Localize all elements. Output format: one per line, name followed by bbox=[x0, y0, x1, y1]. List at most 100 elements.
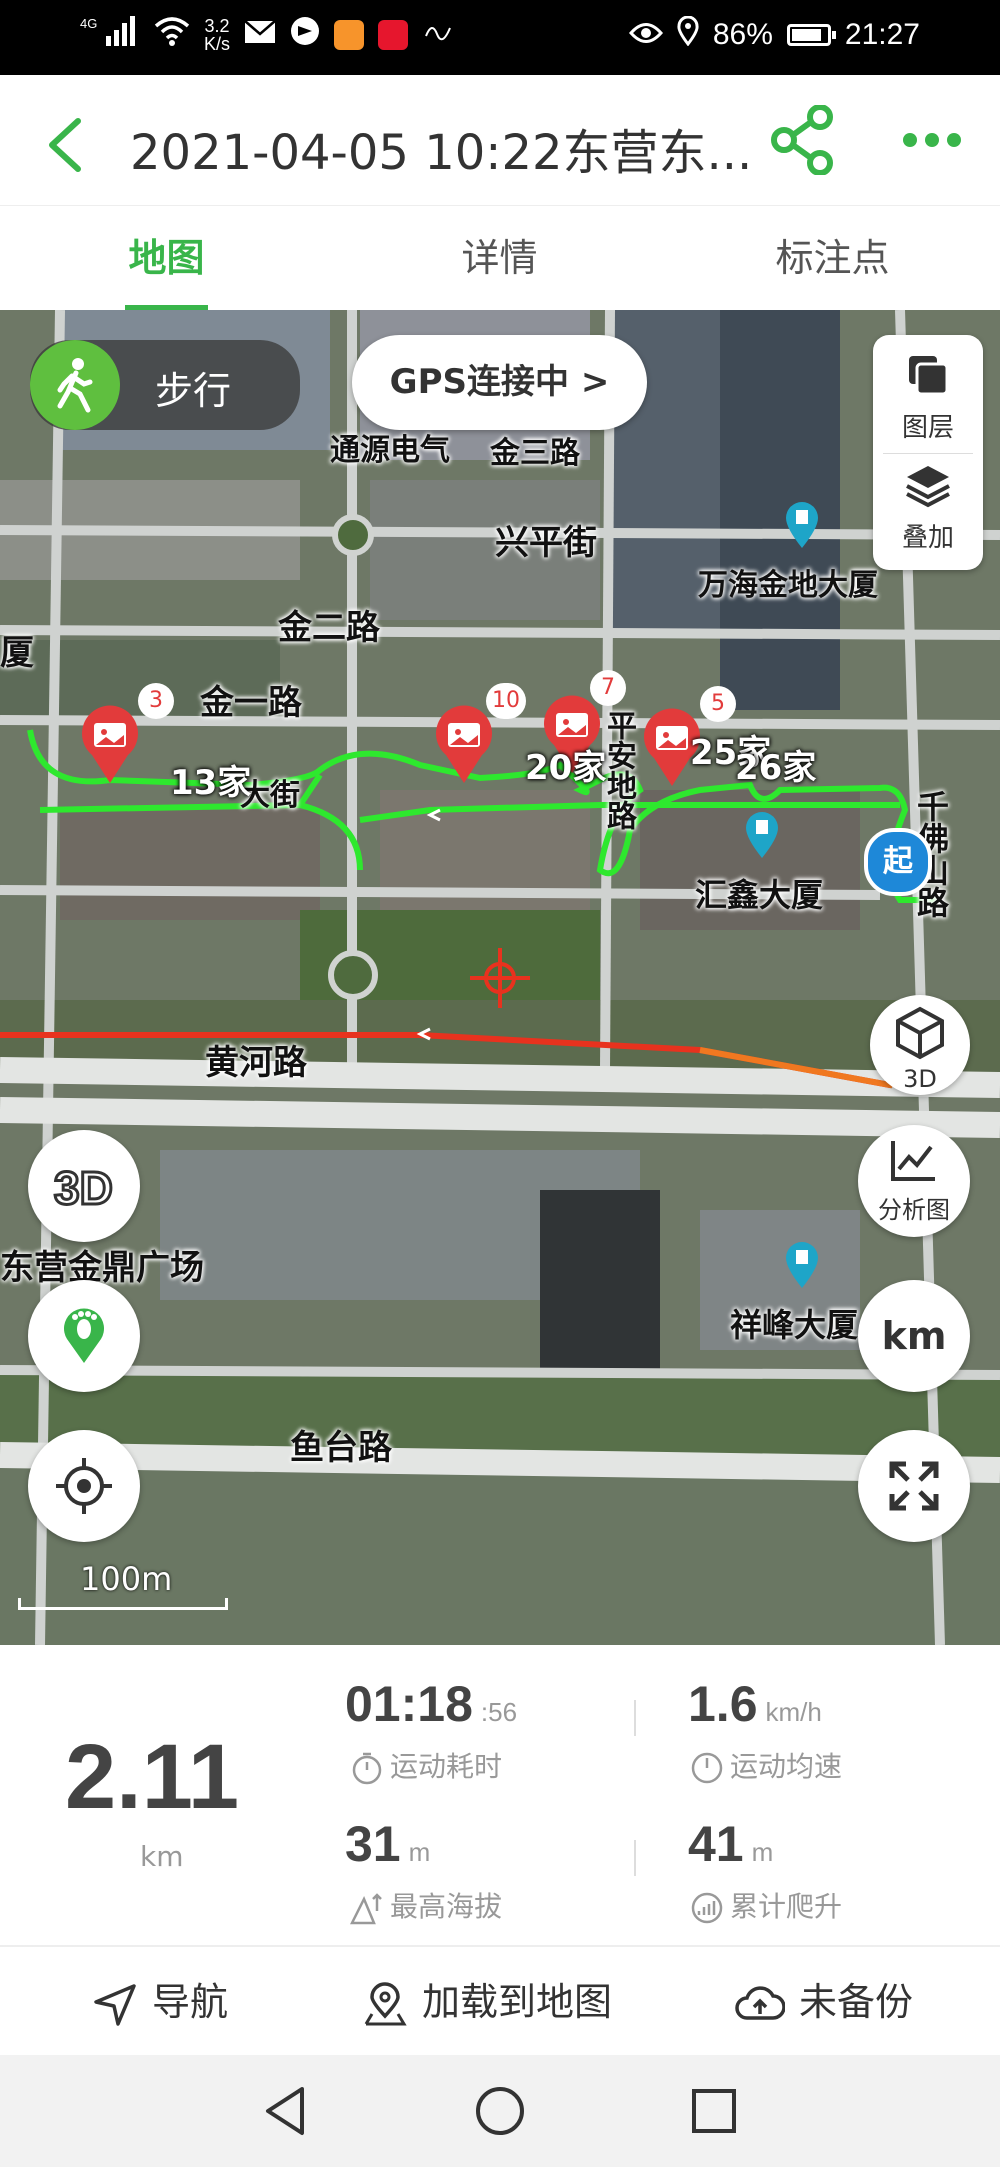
nav-back-icon[interactable] bbox=[258, 2083, 314, 2139]
fullscreen-icon bbox=[889, 1461, 939, 1511]
action-bar: 导航 加载到地图 未备份 bbox=[0, 1945, 1000, 2057]
street-label: 鱼台路 bbox=[290, 1428, 392, 1468]
handwriting-app-icon bbox=[422, 16, 452, 53]
marker-count-badge: 10 bbox=[486, 683, 526, 719]
footprint-button[interactable] bbox=[28, 1280, 140, 1392]
location-icon bbox=[677, 15, 699, 54]
3d-text-icon: 3D bbox=[53, 1161, 115, 1216]
overlay-button[interactable]: 叠加 bbox=[873, 460, 983, 554]
building-poi-icon[interactable] bbox=[782, 500, 822, 550]
video-app-icon bbox=[334, 19, 365, 50]
climb-value: 41 m bbox=[688, 1816, 774, 1872]
speedometer-icon bbox=[691, 1752, 723, 1784]
layers-label: 图层 bbox=[901, 413, 954, 443]
status-bar: 4G 3.2 K/s 86% 21:27 bbox=[0, 0, 1000, 75]
timer-icon bbox=[352, 1752, 382, 1785]
distance-value: 2.11 bbox=[65, 1726, 239, 1828]
analysis-chart-button[interactable]: 分析图 bbox=[858, 1125, 970, 1237]
marker-label: 20家 bbox=[525, 748, 607, 788]
building-label: 东营金鼎广场 bbox=[0, 1248, 204, 1288]
clock: 21:27 bbox=[844, 18, 920, 51]
svg-text:3D: 3D bbox=[54, 1162, 113, 1214]
street-label: 兴平街 bbox=[495, 523, 597, 563]
mail-icon bbox=[244, 19, 276, 51]
unit-toggle-button[interactable]: km bbox=[858, 1280, 970, 1392]
analysis-chart-icon bbox=[891, 1141, 935, 1181]
photo-marker[interactable]: 10 bbox=[432, 683, 526, 789]
overlay-label: 叠加 bbox=[901, 523, 954, 553]
wifi-icon bbox=[154, 16, 190, 53]
distance-unit: km bbox=[140, 1840, 184, 1873]
building-label: 汇鑫大厦 bbox=[695, 876, 824, 914]
marker-count-badge: 5 bbox=[700, 686, 736, 722]
walking-icon bbox=[30, 340, 120, 430]
max-altitude-value: 31 m bbox=[345, 1816, 431, 1872]
sport-mode-label: 步行 bbox=[155, 369, 232, 413]
layers-button[interactable]: 图层 bbox=[873, 350, 983, 444]
photo-marker[interactable]: 3 bbox=[78, 683, 174, 789]
building-poi-icon[interactable] bbox=[782, 1240, 822, 1290]
analysis-label: 分析图 bbox=[878, 1196, 950, 1224]
more-options-icon[interactable] bbox=[902, 130, 962, 150]
app-header: 2021-04-05 10:22东营东... bbox=[0, 75, 1000, 205]
gps-status-button[interactable]: GPS连接中 > bbox=[352, 335, 647, 430]
weibo-icon bbox=[378, 19, 409, 50]
fullscreen-button[interactable] bbox=[858, 1430, 970, 1542]
avg-speed-value: 1.6 km/h bbox=[688, 1676, 822, 1732]
photo-pin-icon bbox=[82, 705, 138, 783]
cloud-upload-icon bbox=[735, 1985, 786, 2020]
marker-count-badge: 3 bbox=[138, 683, 174, 719]
map-view[interactable]: 通源电气 金三路 兴平街 万海金地大厦 金二路 金一路 厦 大街 汇鑫大厦 黄河… bbox=[0, 310, 1000, 1645]
stats-panel: 2.11 km 01:18:56 运动耗时 1.6 km/h 运动均速 31 m 最… bbox=[0, 1645, 1000, 1945]
tab-details[interactable]: 详情 bbox=[333, 206, 666, 311]
network-speed: 3.2 K/s bbox=[204, 15, 231, 54]
page-title: 2021-04-05 10:22东营东... bbox=[130, 125, 753, 181]
scale-label: 100m bbox=[80, 1560, 173, 1598]
climb-label: 累计爬升 bbox=[690, 1885, 842, 1925]
duration-value: 01:18:56 bbox=[345, 1676, 518, 1732]
marker-label: 13家 bbox=[170, 763, 252, 803]
tab-marked-points[interactable]: 标注点 bbox=[666, 206, 999, 311]
satellite-map-background bbox=[0, 310, 1000, 1645]
back-icon[interactable] bbox=[40, 115, 90, 175]
tab-map[interactable]: 地图 bbox=[0, 206, 333, 311]
building-label: 万海金地大厦 bbox=[698, 568, 878, 603]
street-label: 通源电气 bbox=[330, 433, 450, 468]
layer-panel: 图层 叠加 bbox=[873, 335, 983, 570]
tab-bar: 地图 详情 标注点 bbox=[0, 205, 1000, 311]
battery-percent: 86% bbox=[712, 18, 773, 51]
system-nav-bar bbox=[0, 2055, 1000, 2167]
marker-label: 26家 bbox=[735, 748, 817, 788]
locate-me-button[interactable] bbox=[28, 1430, 140, 1542]
marker-count-badge: 7 bbox=[590, 670, 626, 706]
layers-icon bbox=[909, 356, 949, 396]
3d-view-button[interactable]: 3D bbox=[870, 995, 970, 1095]
building-poi-icon[interactable] bbox=[742, 810, 782, 860]
svg-text:4G: 4G bbox=[80, 16, 97, 31]
max-altitude-label: 最高海拔 bbox=[350, 1885, 502, 1925]
sport-mode-pill[interactable]: 步行 bbox=[30, 340, 300, 430]
crosshair-icon bbox=[56, 1458, 112, 1514]
nav-home-icon[interactable] bbox=[472, 2083, 528, 2139]
3d-map-button[interactable]: 3D bbox=[28, 1130, 140, 1242]
map-pin-icon bbox=[364, 1981, 407, 2025]
app-notification-icon bbox=[290, 16, 320, 53]
start-marker[interactable]: 起 bbox=[864, 828, 932, 896]
photo-pin-icon bbox=[436, 705, 492, 783]
climb-icon bbox=[691, 1892, 723, 1924]
navigation-arrow-icon bbox=[94, 1983, 136, 2026]
navigate-button[interactable]: 导航 bbox=[92, 1947, 228, 2057]
signal-icon: 4G bbox=[80, 14, 140, 55]
street-label: 黄河路 bbox=[205, 1043, 307, 1083]
altitude-icon bbox=[350, 1893, 382, 1925]
backup-button[interactable]: 未备份 bbox=[735, 1947, 913, 2057]
duration-label: 运动耗时 bbox=[350, 1745, 502, 1785]
street-label: 金一路 bbox=[200, 683, 302, 723]
street-label: 金二路 bbox=[278, 608, 380, 648]
overlay-icon bbox=[906, 466, 950, 508]
street-label: 金三路 bbox=[490, 436, 580, 471]
load-to-map-button[interactable]: 加载到地图 bbox=[362, 1947, 612, 2057]
3d-label: 3D bbox=[903, 1065, 937, 1093]
nav-recents-icon[interactable] bbox=[686, 2083, 742, 2139]
share-icon[interactable] bbox=[770, 105, 836, 175]
